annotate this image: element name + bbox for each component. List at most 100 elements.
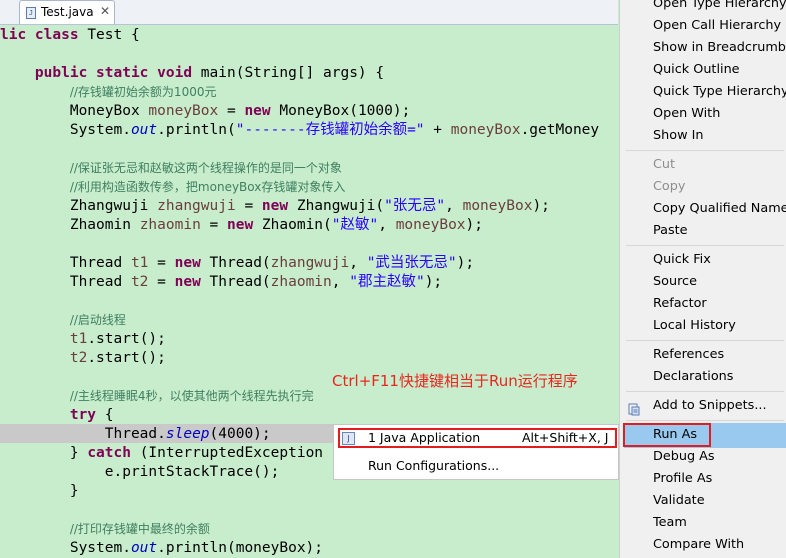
menu-item-copy[interactable]: Copy [620,178,786,200]
highlight-box [338,428,617,448]
menu-item-label: Declarations [653,369,734,384]
menu-item-show-in-breadcrumb[interactable]: Show in Breadcrumb [620,39,786,61]
menu-item-quick-type-hierarchy[interactable]: Quick Type Hierarchy [620,83,786,105]
menu-item-cut[interactable]: Cut [620,156,786,178]
code-line: t2.start(); [0,349,166,368]
menu-item-open-with[interactable]: Open With [620,105,786,127]
code-token: new [174,274,210,290]
menu-item-team[interactable]: Team [620,514,786,536]
code-line: Zhaomin zhaomin = new Zhaomin("赵敏", mone… [0,216,483,235]
code-token: { [104,407,114,423]
code-token: moneyBox [462,198,533,214]
menu-item-label: Validate [653,493,705,508]
menu-item-refactor[interactable]: Refactor [620,295,786,317]
code-token: ); [532,198,550,214]
code-token: System. [0,122,131,138]
context-menu: Open Type Hierarchy Open Call Hierarchy Sh… [619,0,786,558]
close-icon[interactable]: ✕ [100,4,110,18]
menu-item-label: Source [653,274,697,289]
menu-item-open-type-hierarchy[interactable]: Open Type Hierarchy [620,0,786,17]
menu-item-label: Open With [653,106,721,121]
code-line: //保证张无忌和赵敏这两个线程操作的是同一个对象 [0,159,342,178]
code-line: //启动线程 [0,311,126,330]
code-token: "郡主赵敏" [349,274,425,290]
code-token: //保证张无忌和赵敏这两个线程操作的是同一个对象 [69,161,342,175]
menu-item-add-to-snippets[interactable]: Add to Snippets... [620,397,786,419]
menu-item-label: Quick Type Hierarchy [653,84,786,99]
code-token: out [130,540,158,556]
menu-item-label: Paste [653,223,688,238]
code-token: t1 [130,255,149,271]
menu-item-quick-outline[interactable]: Quick Outline [620,61,786,83]
menu-separator [626,150,784,151]
java-file-icon: J [26,7,36,19]
code-token: = [148,255,175,271]
code-line: Zhangwuji zhangwuji = new Zhangwuji("张无忌… [0,197,550,216]
tab-title: Test.java [41,5,94,19]
menu-item-profile-as[interactable]: Profile As [620,470,786,492]
menu-item-source[interactable]: Source [620,273,786,295]
code-line: t1.start(); [0,330,166,349]
shortcut-annotation: Ctrl+F11快捷键相当于Run运行程序 [332,372,578,390]
editor-tab-test-java[interactable]: J Test.java ✕ [19,0,115,24]
menu-item-paste[interactable]: Paste [620,222,786,244]
code-token: Thread [0,255,131,271]
menu-item-quick-fix[interactable]: Quick Fix [620,251,786,273]
code-token: t1 [69,331,88,347]
menu-item-show-in[interactable]: Show In [620,127,786,149]
menu-separator [626,420,784,421]
code-token: ); [465,217,484,233]
code-token: lic class [0,27,88,43]
code-token: , [445,198,463,214]
menu-item-label: Compare With [653,537,745,552]
code-token: //启动线程 [69,313,126,327]
code-token: //打印存钱罐中最终的余额 [69,522,210,536]
menu-item-label: Cut [653,157,676,172]
menu-item-declarations[interactable]: Declarations [620,368,786,390]
code-token: zhaomin [139,217,201,233]
menu-item-local-history[interactable]: Local History [620,317,786,339]
menu-item-label: Refactor [653,296,707,311]
menu-item-compare-with[interactable]: Compare With [620,536,786,558]
menu-item-label: Local History [653,318,736,333]
java-application-item[interactable]: J 1 Java Application Alt+Shift+X, J [338,428,617,450]
menu-item-label: Add to Snippets... [653,398,767,413]
menu-item-label: Quick Fix [653,252,711,267]
menu-item-validate[interactable]: Validate [620,492,786,514]
code-token: } [0,445,88,461]
code-token: .start(); [87,350,166,366]
code-token: moneyBox [395,217,466,233]
run-configurations-item[interactable]: Run Configurations... [368,458,499,473]
code-line: lic class Test { [0,26,140,45]
code-token: (4000); [209,426,271,442]
menu-item-label: Open Call Hierarchy [653,18,782,33]
code-line: MoneyBox moneyBox = new MoneyBox(1000); [0,102,411,121]
code-token: new [227,217,262,233]
code-token: public static void [34,65,201,81]
menu-item-copy-qualified-name[interactable]: Copy Qualified Name [620,200,786,222]
code-line: //打印存钱罐中最终的余额 [0,520,210,539]
code-line: Thread t1 = new Thread(zhangwuji, "武当张无忌… [0,254,474,273]
menu-separator [626,391,784,392]
code-line: System.out.println(moneyBox); [0,539,323,558]
menu-item-label: References [653,347,725,362]
code-token: t2 [69,350,88,366]
code-token: "武当张无忌" [366,255,457,271]
menu-item-label: Debug As [653,449,715,464]
code-token: zhaomin [270,274,332,290]
code-token: , [378,217,396,233]
menu-item-open-call-hierarchy[interactable]: Open Call Hierarchy [620,17,786,39]
code-token: (InterruptedException [139,445,324,461]
code-token: //利用构造函数传参，把moneyBox存钱罐对象传入 [69,180,346,194]
code-token: ); [456,255,475,271]
code-token: = [235,198,262,214]
menu-item-references[interactable]: References [620,346,786,368]
menu-item-debug-as[interactable]: Debug As [620,448,786,470]
menu-item-label: Show in Breadcrumb [653,40,786,55]
code-token: //主线程睡眠4秒，以使其他两个线程先执行完 [69,389,314,403]
